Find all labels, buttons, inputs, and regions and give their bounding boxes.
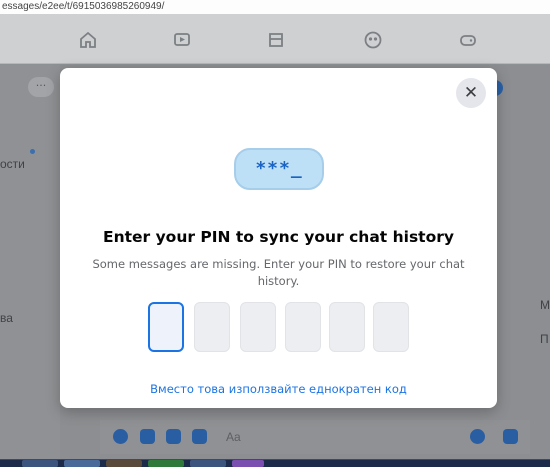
pin-dialog: ✕ ***_ Enter your PIN to sync your chat … [60,68,497,408]
conversation-label: ва [0,311,13,325]
sticker-icon[interactable] [166,429,181,444]
pin-digit-input[interactable] [194,302,230,352]
pin-digit-input[interactable] [240,302,276,352]
message-composer [100,420,530,454]
use-one-time-code-link[interactable]: Вместо това използвайте еднократен код [60,382,497,396]
taskbar-item[interactable] [22,460,58,467]
side-label: М [540,298,550,312]
more-options-button[interactable]: ··· [28,77,54,97]
dialog-subtitle: Some messages are missing. Enter your PI… [92,257,465,288]
taskbar-item[interactable] [106,460,142,467]
side-label: П [540,332,549,346]
gif-icon[interactable] [192,429,207,444]
pin-illustration-text: ***_ [255,158,303,179]
groups-icon[interactable] [363,30,383,50]
message-input[interactable]: Aa [226,430,241,444]
taskbar-item[interactable] [190,460,226,467]
top-navigation-bar [0,14,550,64]
close-icon[interactable]: ✕ [456,78,486,108]
pin-digit-input[interactable] [373,302,409,352]
add-icon[interactable] [113,429,128,444]
taskbar-item[interactable] [148,460,184,467]
home-icon[interactable] [78,30,98,50]
video-icon[interactable] [172,30,192,50]
conversation-label: ости [0,157,25,171]
gaming-icon[interactable] [458,30,478,50]
address-bar[interactable]: essages/e2ee/t/6915036985260949/ [0,0,550,14]
like-icon[interactable] [503,429,518,444]
unread-dot [30,149,35,154]
pin-digit-input[interactable] [285,302,321,352]
taskbar-item[interactable] [64,460,100,467]
pin-digit-input[interactable] [148,302,184,352]
image-icon[interactable] [140,429,155,444]
pin-illustration: ***_ [234,148,324,190]
emoji-icon[interactable] [470,429,485,444]
pin-digit-input[interactable] [329,302,365,352]
pin-input-group [148,302,409,354]
marketplace-icon[interactable] [266,30,286,50]
conversation-list [0,65,60,459]
dialog-title: Enter your PIN to sync your chat history [102,228,454,246]
taskbar-item[interactable] [232,460,264,467]
